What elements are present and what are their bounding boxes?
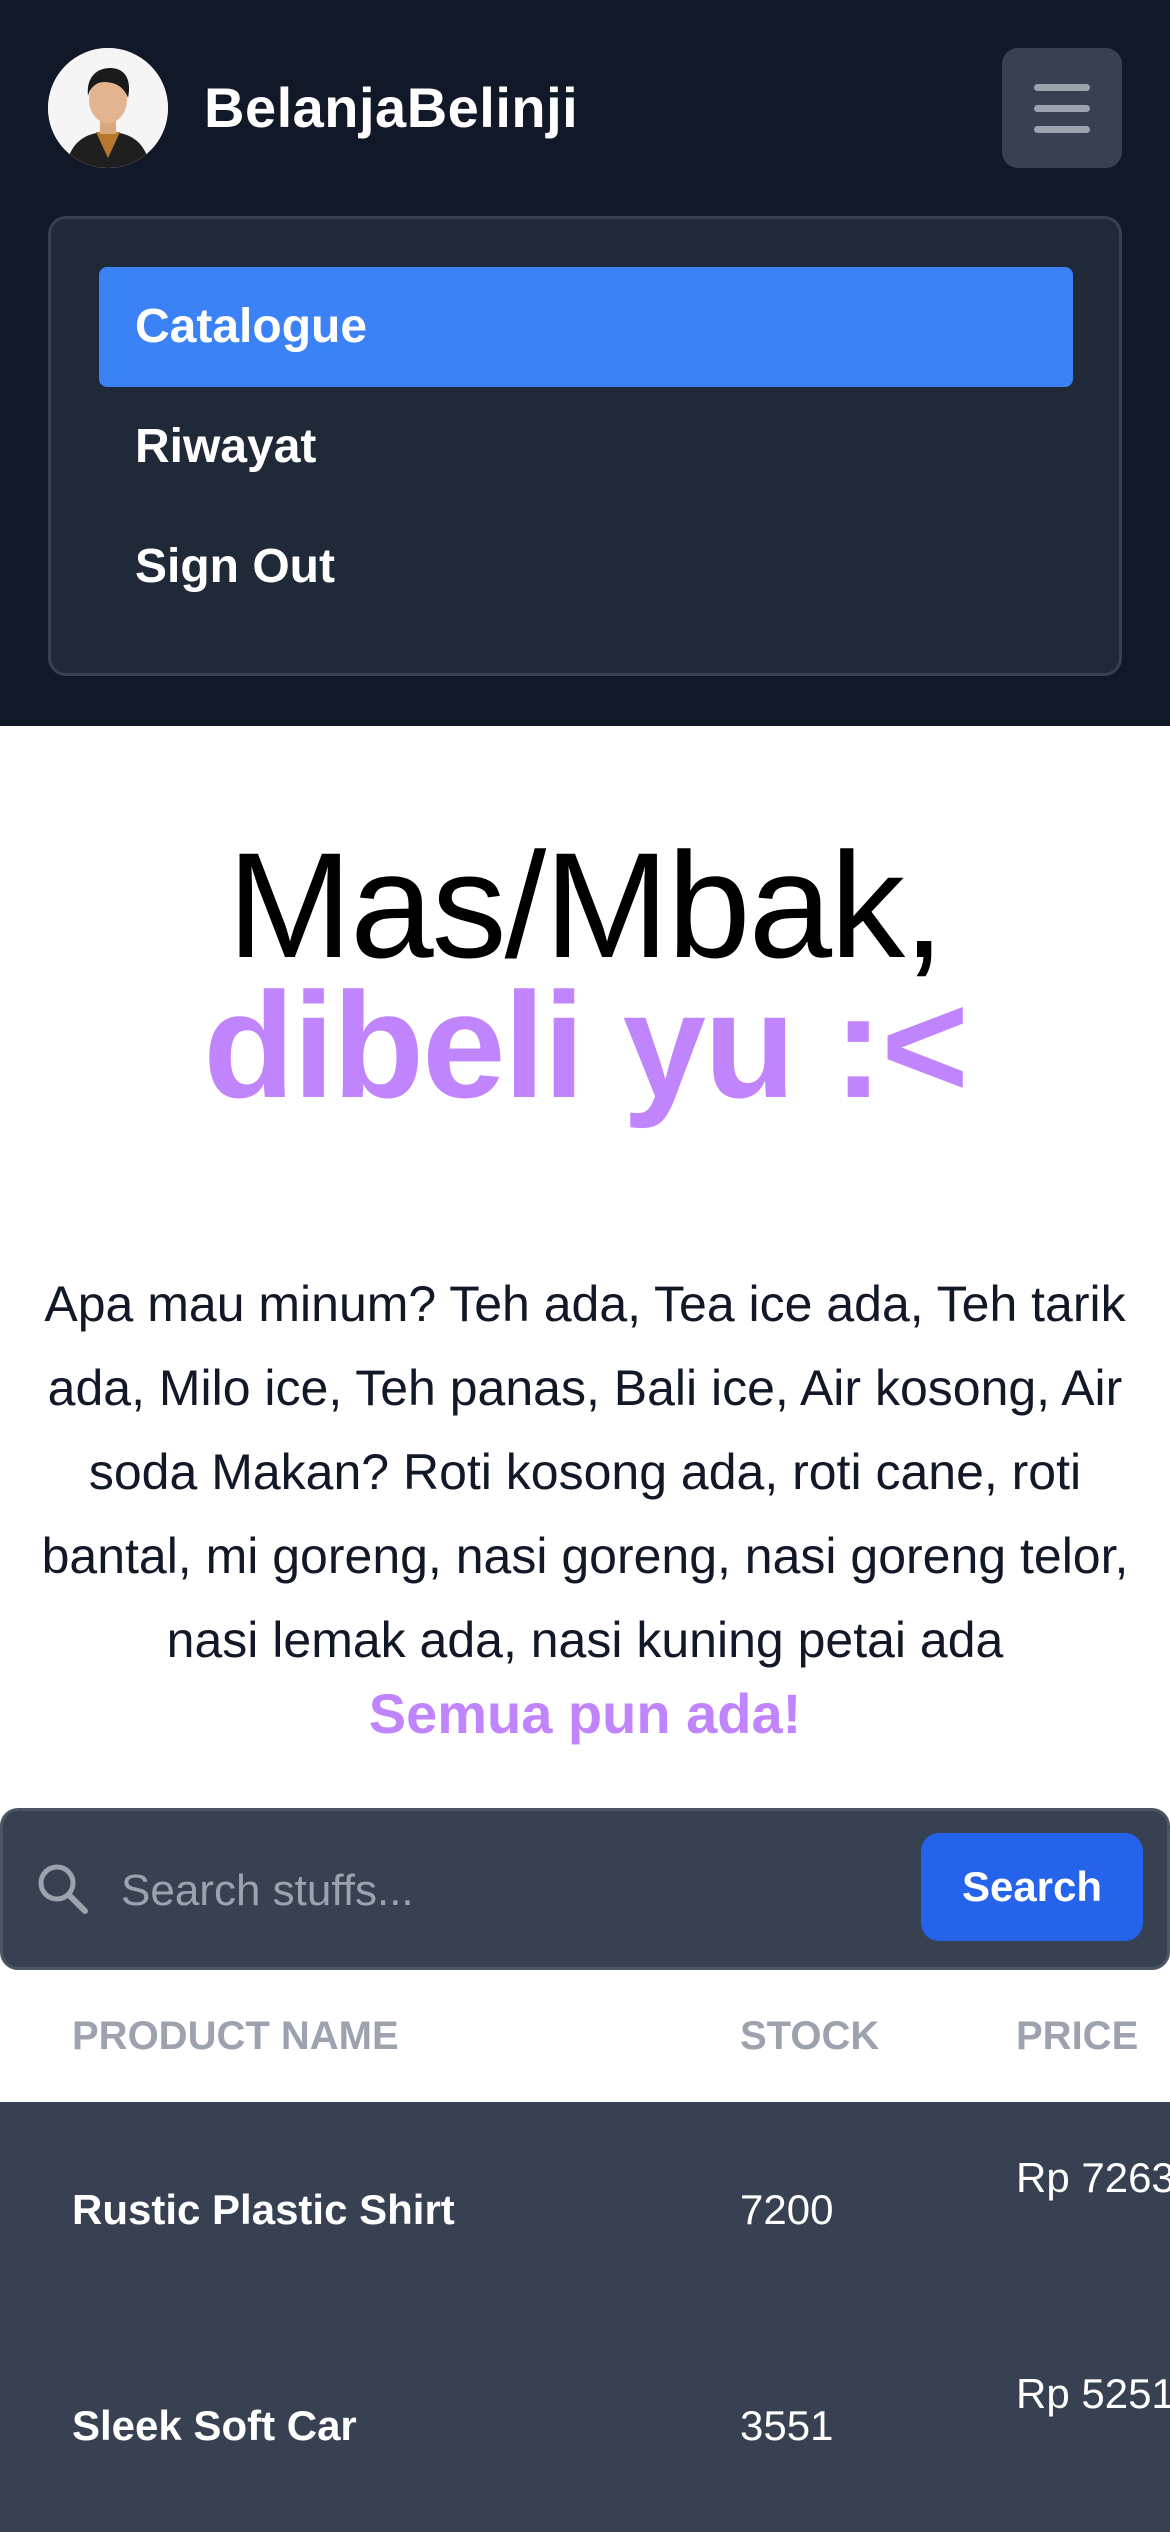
product-name-cell: Rustic Plastic Shirt <box>72 2186 455 2233</box>
hero-title: Mas/Mbak, <box>227 821 945 989</box>
search-input[interactable] <box>121 1841 901 1941</box>
menu-item-riwayat[interactable]: Riwayat <box>99 387 1073 507</box>
table-row[interactable]: Rustic Plastic Shirt 7200 Rp 726341,- <box>0 2102 1170 2318</box>
menu-item-catalogue[interactable]: Catalogue <box>99 267 1073 387</box>
stock-cell: 7200 <box>740 2186 834 2233</box>
menu-item-sign-out[interactable]: Sign Out <box>99 507 1073 627</box>
search-icon <box>38 1864 88 1914</box>
hamburger-line <box>1034 126 1090 133</box>
search-button[interactable]: Search <box>921 1833 1143 1941</box>
navbar: BelanjaBelinji Catalogue Riwayat Sign Ou… <box>0 0 1170 726</box>
hero-highlight: Semua pun ada! <box>368 1682 802 1745</box>
price-cell: Rp 726341,- <box>1016 2154 1170 2201</box>
hamburger-menu-button[interactable] <box>1002 48 1122 168</box>
table-header: PRODUCT NAME STOCK PRICE <box>0 1970 1170 2102</box>
dropdown-menu: Catalogue Riwayat Sign Out <box>48 216 1122 676</box>
hamburger-line <box>1034 84 1090 91</box>
user-avatar[interactable] <box>48 48 168 168</box>
avatar-portrait <box>48 48 168 168</box>
hamburger-line <box>1034 105 1090 112</box>
price-cell: Rp 525105,- <box>1016 2370 1170 2417</box>
column-header-price[interactable]: PRICE <box>1016 2012 1138 2060</box>
stock-cell: 3551 <box>740 2402 834 2449</box>
column-header-stock[interactable]: STOCK <box>740 2012 879 2060</box>
table-row[interactable]: Sleek Soft Car 3551 Rp 525105,- <box>0 2318 1170 2532</box>
product-table-body: Rustic Plastic Shirt 7200 Rp 726341,- Sl… <box>0 2102 1170 2532</box>
product-name-cell: Sleek Soft Car <box>72 2402 357 2449</box>
hero-description: Apa mau minum? Teh ada, Tea ice ada, Teh… <box>41 1276 1129 1668</box>
brand-name[interactable]: BelanjaBelinji <box>204 76 578 140</box>
hero-subtitle: dibeli yu :< <box>203 961 969 1129</box>
search-bar: Search <box>0 1808 1170 1970</box>
column-header-product-name[interactable]: PRODUCT NAME <box>72 2012 399 2060</box>
